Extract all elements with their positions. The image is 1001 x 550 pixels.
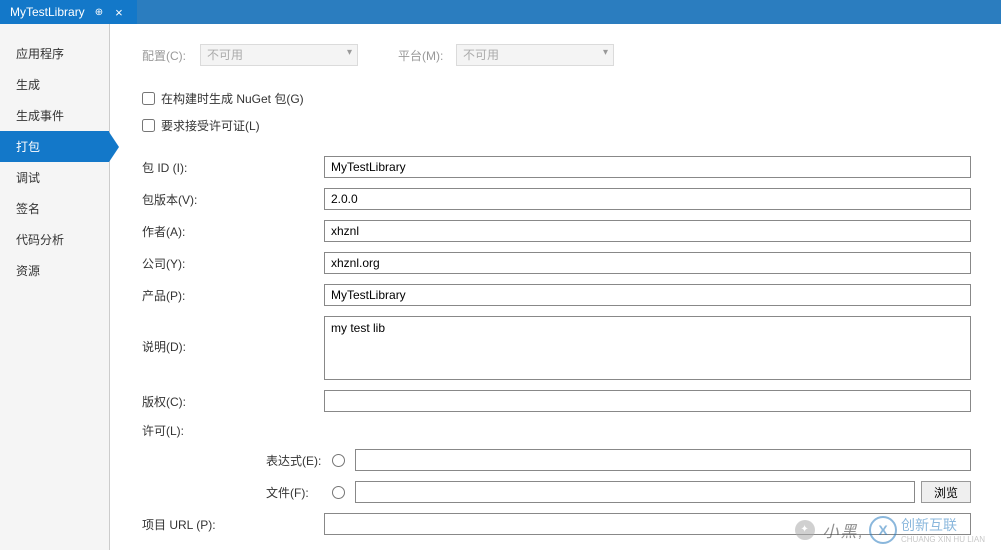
brand-logo-icon: X <box>869 516 897 544</box>
main-panel: 配置(C): 不可用 平台(M): 不可用 在构建时生成 NuGet 包(G) <box>110 24 1001 550</box>
sidebar-item-application[interactable]: 应用程序 <box>0 38 109 69</box>
tab-title: MyTestLibrary <box>10 5 85 19</box>
product-label: 产品(P): <box>138 287 324 304</box>
expression-label: 表达式(E): <box>138 452 324 469</box>
document-tab[interactable]: MyTestLibrary ⊕ × <box>0 0 137 24</box>
platform-label: 平台(M): <box>398 47 446 64</box>
sidebar-item-signing[interactable]: 签名 <box>0 193 109 224</box>
browse-button[interactable]: 浏览 <box>921 481 971 503</box>
brand-sub: CHUANG XIN HU LIAN <box>901 535 985 544</box>
configuration-label: 配置(C): <box>142 47 190 64</box>
package-version-input[interactable] <box>324 188 971 210</box>
sidebar-item-resources[interactable]: 资源 <box>0 255 109 286</box>
generate-nuget-checkbox[interactable] <box>142 92 155 105</box>
package-version-label: 包版本(V): <box>138 191 324 208</box>
company-label: 公司(Y): <box>138 255 324 272</box>
brand-name: 创新互联 <box>901 517 957 533</box>
properties-sidebar: 应用程序 生成 生成事件 打包 调试 签名 代码分析 资源 <box>0 24 110 550</box>
file-input[interactable] <box>355 481 915 503</box>
license-label: 许可(L): <box>138 422 324 439</box>
expression-input[interactable] <box>355 449 971 471</box>
platform-select[interactable]: 不可用 <box>456 44 614 66</box>
project-url-label: 项目 URL (P): <box>138 516 324 533</box>
sidebar-item-debug[interactable]: 调试 <box>0 162 109 193</box>
copyright-label: 版权(C): <box>138 393 324 410</box>
sidebar-item-build-events[interactable]: 生成事件 <box>0 100 109 131</box>
package-id-input[interactable] <box>324 156 971 178</box>
watermark: ✦ 小黑, X 创新互联 CHUANG XIN HU LIAN <box>795 515 985 544</box>
product-input[interactable] <box>324 284 971 306</box>
sidebar-item-package[interactable]: 打包 <box>0 131 109 162</box>
description-label: 说明(D): <box>138 316 324 355</box>
authors-label: 作者(A): <box>138 223 324 240</box>
sidebar-item-code-analysis[interactable]: 代码分析 <box>0 224 109 255</box>
wechat-icon: ✦ <box>795 520 815 540</box>
generate-nuget-label: 在构建时生成 NuGet 包(G) <box>161 90 304 107</box>
close-icon[interactable]: × <box>111 5 127 20</box>
copyright-input[interactable] <box>324 390 971 412</box>
file-label: 文件(F): <box>138 484 324 501</box>
sidebar-item-build[interactable]: 生成 <box>0 69 109 100</box>
file-radio[interactable] <box>332 486 345 499</box>
require-license-checkbox[interactable] <box>142 119 155 132</box>
config-platform-row: 配置(C): 不可用 平台(M): 不可用 <box>138 44 971 66</box>
configuration-select[interactable]: 不可用 <box>200 44 358 66</box>
company-input[interactable] <box>324 252 971 274</box>
watermark-text: 小黑, <box>823 518 865 542</box>
description-textarea[interactable] <box>324 316 971 380</box>
expression-radio[interactable] <box>332 454 345 467</box>
pin-icon[interactable]: ⊕ <box>95 7 103 18</box>
authors-input[interactable] <box>324 220 971 242</box>
tab-bar: MyTestLibrary ⊕ × <box>0 0 1001 24</box>
package-id-label: 包 ID (I): <box>138 159 324 176</box>
require-license-label: 要求接受许可证(L) <box>161 117 260 134</box>
